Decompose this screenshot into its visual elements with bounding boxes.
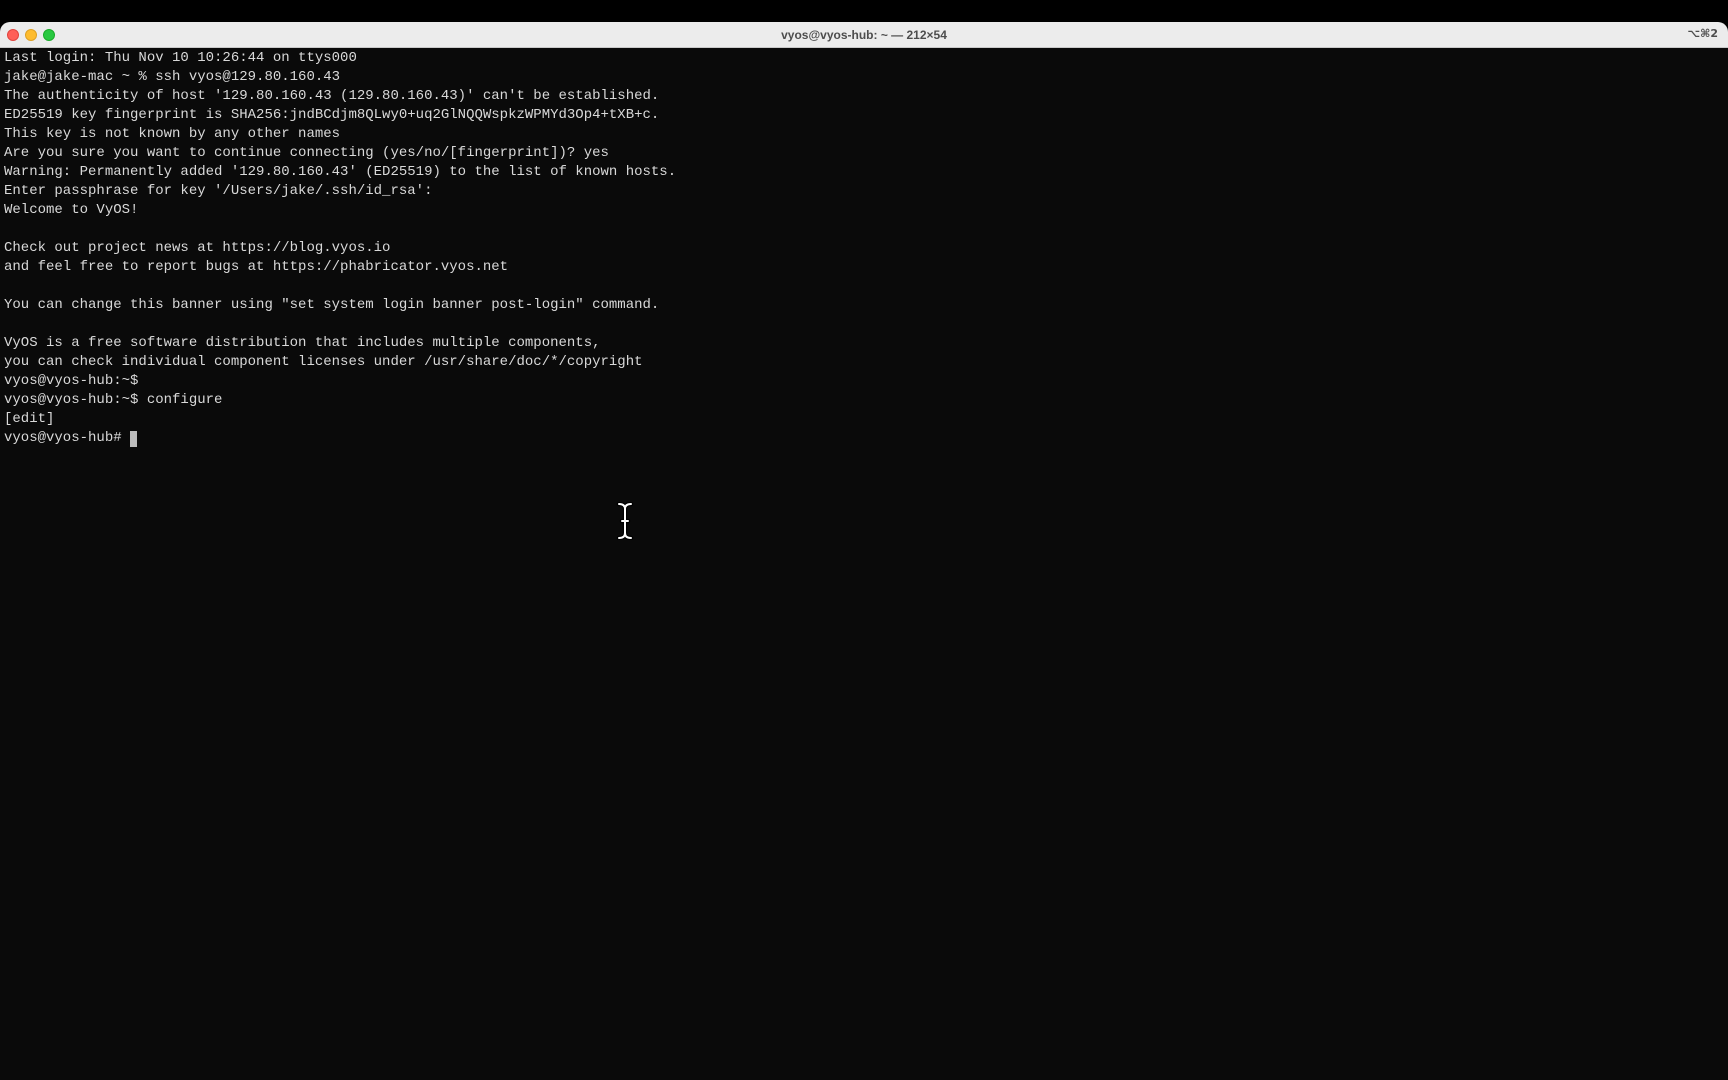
terminal-line: Last login: Thu Nov 10 10:26:44 on ttys0… — [4, 50, 357, 66]
terminal-line: vyos@vyos-hub:~$ configure — [4, 392, 223, 408]
terminal-line: [edit] — [4, 411, 55, 427]
window-shortcut: ⌥⌘2 — [1687, 27, 1718, 40]
terminal-line: you can check individual component licen… — [4, 354, 643, 370]
window-title: vyos@vyos-hub: ~ — 212×54 — [781, 27, 947, 42]
terminal-line: Warning: Permanently added '129.80.160.4… — [4, 164, 677, 180]
active-prompt-line[interactable]: vyos@vyos-hub# — [4, 429, 1724, 448]
terminal-line: and feel free to report bugs at https://… — [4, 259, 509, 275]
text-cursor — [129, 430, 137, 447]
terminal-output[interactable]: Last login: Thu Nov 10 10:26:44 on ttys0… — [4, 49, 1724, 1080]
zoom-button-icon[interactable] — [43, 29, 55, 41]
close-button-icon[interactable] — [7, 29, 19, 41]
ibeam-cursor-icon — [616, 502, 634, 540]
title-bar[interactable]: vyos@vyos-hub: ~ — 212×54 ⌥⌘2 — [0, 22, 1728, 48]
terminal-line: Are you sure you want to continue connec… — [4, 145, 609, 161]
terminal-line: jake@jake-mac ~ % ssh vyos@129.80.160.43 — [4, 69, 341, 85]
terminal-line: Welcome to VyOS! — [4, 202, 139, 218]
terminal-window[interactable]: vyos@vyos-hub: ~ — 212×54 ⌥⌘2 Last login… — [0, 22, 1728, 1080]
shell-prompt: vyos@vyos-hub# — [4, 430, 122, 446]
terminal-line: ED25519 key fingerprint is SHA256:jndBCd… — [4, 107, 660, 123]
terminal-line: You can change this banner using "set sy… — [4, 297, 660, 313]
terminal-line: vyos@vyos-hub:~$ — [4, 373, 139, 389]
minimize-button-icon[interactable] — [25, 29, 37, 41]
screen: vyos@vyos-hub: ~ — 212×54 ⌥⌘2 Last login… — [0, 0, 1728, 1080]
terminal-line: Check out project news at https://blog.v… — [4, 240, 391, 256]
window-controls — [7, 29, 55, 41]
terminal-line: The authenticity of host '129.80.160.43 … — [4, 88, 660, 104]
terminal-line: Enter passphrase for key '/Users/jake/.s… — [4, 183, 433, 199]
terminal-line: VyOS is a free software distribution tha… — [4, 335, 601, 351]
terminal-line: This key is not known by any other names — [4, 126, 341, 142]
